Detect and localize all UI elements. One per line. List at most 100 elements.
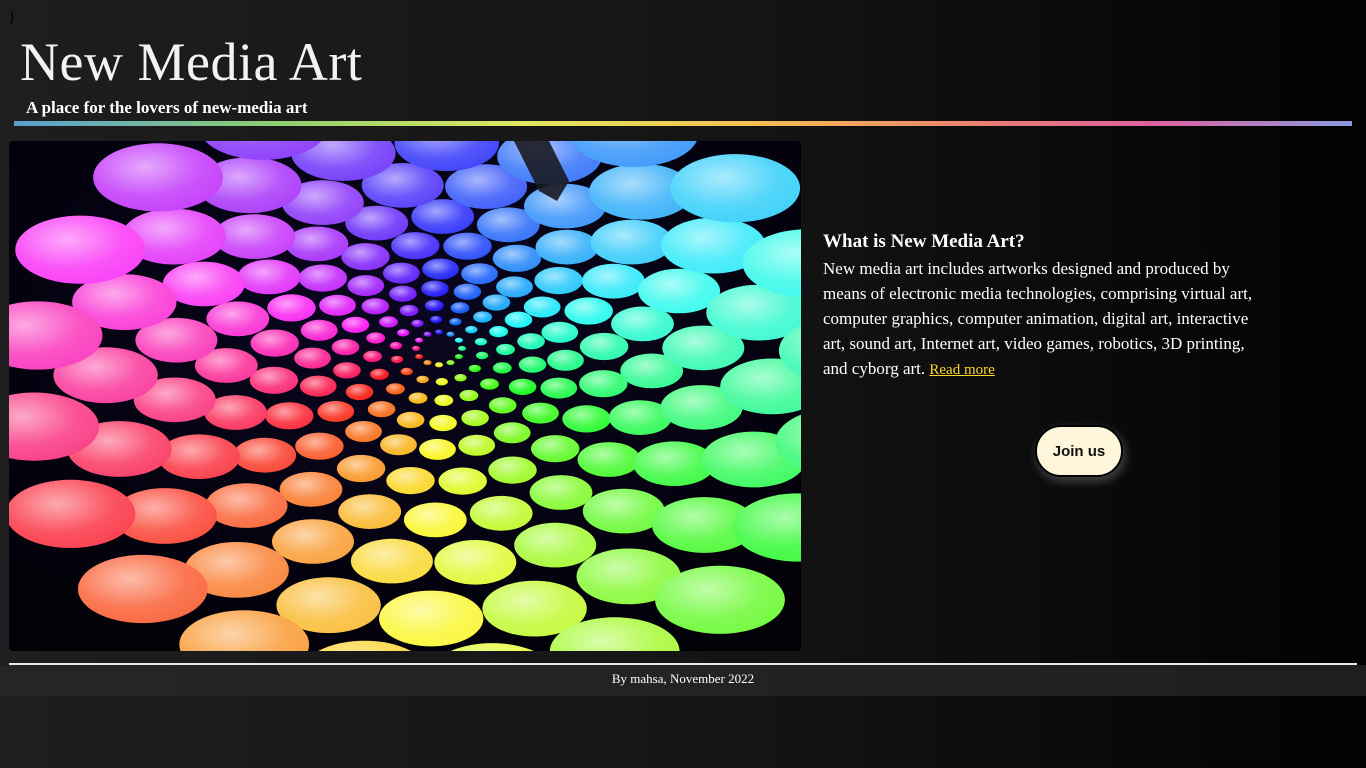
about-paragraph: New media art includes artworks designed… [823, 256, 1263, 383]
art-disc-sheen [535, 229, 599, 265]
art-disc-sheen [517, 333, 545, 350]
art-disc-sheen [250, 329, 299, 357]
art-disc-sheen [459, 389, 479, 402]
art-disc-sheen [446, 331, 455, 337]
art-disc-sheen [450, 302, 470, 314]
art-disc-sheen [415, 337, 424, 343]
art-disc-sheen [379, 590, 484, 647]
art-disc-sheen [435, 329, 443, 335]
art-disc-sheen [345, 383, 374, 401]
art-disc-sheen [341, 243, 390, 271]
rainbow-divider [14, 121, 1352, 126]
art-disc-sheen [386, 467, 435, 495]
art-disc-sheen [403, 502, 467, 538]
art-disc-sheen [341, 316, 370, 333]
art-disc-sheen [504, 311, 533, 328]
art-disc-sheen [473, 311, 492, 323]
art-disc-sheen [9, 479, 136, 548]
art-disc-sheen [338, 494, 402, 529]
art-disc-sheen [331, 339, 360, 356]
art-disc-sheen [435, 378, 448, 386]
art-disc-sheen [655, 565, 785, 634]
art-disc-sheen [205, 483, 288, 528]
art-disc-sheen [489, 326, 508, 338]
art-disc-sheen [93, 143, 223, 212]
art-disc-sheen [366, 332, 386, 344]
join-us-button[interactable]: Join us [1035, 425, 1123, 477]
read-more-link[interactable]: Read more [929, 362, 994, 378]
art-disc-sheen [298, 264, 347, 292]
art-disc-sheen [419, 438, 456, 460]
art-disc-sheen [488, 456, 537, 484]
art-disc-sheen [468, 364, 481, 373]
art-disc-sheen [493, 422, 531, 444]
art-disc-sheen [265, 402, 314, 430]
art-disc-sheen [492, 244, 542, 272]
art-disc-sheen [408, 392, 428, 404]
art-disc-sheen [347, 275, 385, 297]
art-disc-sheen [496, 343, 515, 356]
art-disc-sheen [397, 329, 410, 337]
art-disc-sheen [279, 471, 343, 507]
art-disc-sheen [233, 437, 297, 473]
art-disc-sheen [333, 362, 361, 379]
art-disc-sheen [285, 226, 349, 262]
art-disc-sheen [429, 414, 457, 432]
art-disc-sheen [482, 294, 511, 311]
art-disc-sheen [540, 377, 578, 399]
art-disc-sheen [518, 356, 547, 373]
art-disc-sheen [272, 519, 354, 564]
art-disc-sheen [469, 495, 533, 531]
art-disc-sheen [446, 360, 455, 366]
site-tagline: A place for the lovers of new-media art [26, 98, 308, 117]
art-disc-sheen [461, 263, 498, 285]
art-disc-sheen [430, 315, 443, 324]
art-disc-sheen [267, 294, 316, 322]
art-disc-sheen [77, 554, 208, 624]
art-disc-sheen [488, 397, 517, 414]
footer: By mahsa, November 2022 [0, 665, 1366, 696]
art-disc-sheen [422, 258, 459, 280]
art-disc-sheen [294, 347, 331, 369]
art-disc-sheen [157, 434, 240, 480]
art-disc-sheen [389, 341, 402, 350]
about-section: What is New Media Art? New media art inc… [823, 230, 1263, 383]
art-disc-sheen [249, 366, 299, 394]
art-disc-sheen [391, 232, 440, 260]
art-disc-sheen [435, 362, 443, 368]
site-title: New Media Art [20, 32, 363, 92]
art-disc-sheen [670, 154, 801, 223]
art-disc-sheen [514, 522, 597, 568]
art-disc-sheen [317, 400, 355, 422]
art-disc-sheen [237, 259, 301, 295]
art-disc-sheen [547, 349, 584, 371]
art-disc-sheen [15, 215, 146, 284]
art-disc-sheen [206, 301, 270, 337]
art-disc-sheen [492, 362, 512, 374]
art-disc-sheen [421, 280, 449, 297]
art-disc-sheen [380, 434, 417, 456]
art-disc-sheen [319, 294, 356, 316]
art-disc-sheen [295, 432, 344, 460]
art-disc-sheen [423, 331, 432, 337]
art-disc-sheen [465, 325, 478, 334]
art-disc-sheen [389, 285, 417, 302]
art-disc-sheen [523, 296, 561, 318]
art-disc-sheen [361, 298, 390, 315]
art-disc-sheen [345, 421, 382, 442]
art-disc-sheen [454, 354, 463, 360]
hero-image [9, 141, 801, 651]
art-disc-sheen [579, 370, 628, 398]
art-disc-sheen [438, 467, 487, 495]
art-disc-sheen [581, 263, 645, 299]
art-disc-sheen [300, 319, 338, 341]
art-disc-sheen [363, 350, 382, 362]
art-disc-sheen [458, 345, 466, 351]
art-disc-sheen [434, 394, 454, 406]
art-disc-sheen [396, 411, 425, 429]
art-disc-sheen [379, 316, 398, 328]
art-disc-sheen [562, 405, 611, 433]
art-disc-sheen [564, 297, 613, 325]
art-disc-sheen [480, 378, 499, 390]
art-disc-sheen [415, 354, 424, 360]
